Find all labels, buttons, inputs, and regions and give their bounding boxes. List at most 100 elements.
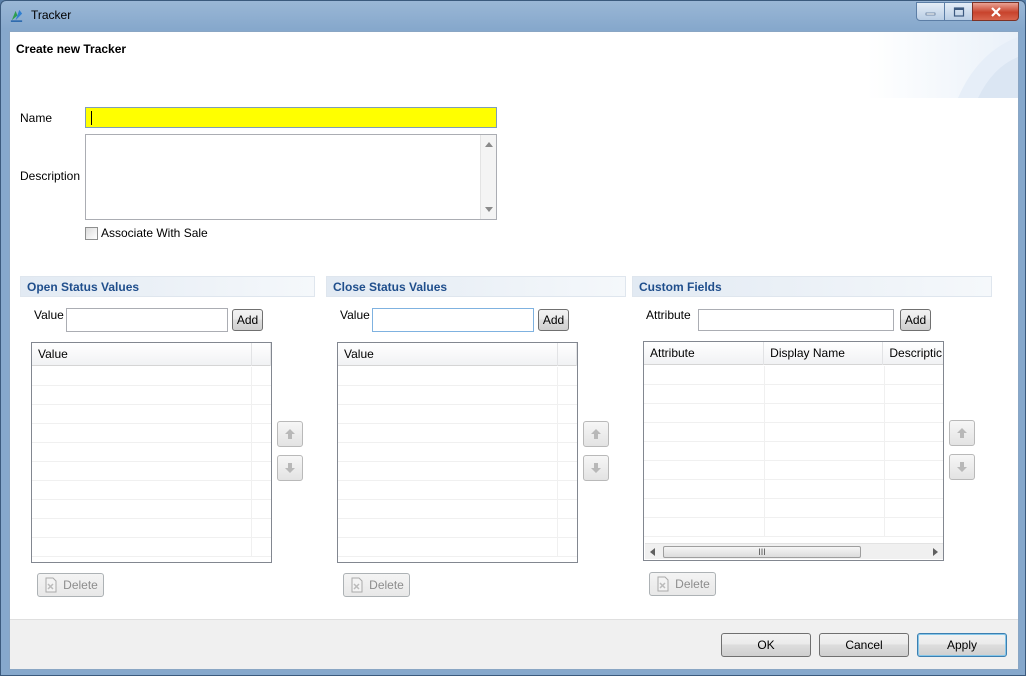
table-row [338,481,577,500]
arrow-down-icon [591,463,601,473]
close-move-up-button[interactable] [583,421,609,447]
scroll-thumb[interactable]: III [663,546,861,558]
title-bar[interactable]: Tracker [1,1,1025,30]
custom-fields-table-header: Attribute Display Name Descriptic [644,342,943,365]
table-row [644,480,943,499]
column-header-value[interactable]: Value [32,343,252,366]
table-row [644,442,943,461]
table-row [32,443,271,462]
close-value-label: Value [340,308,370,322]
open-move-up-button[interactable] [277,421,303,447]
ok-button[interactable]: OK [721,633,811,657]
column-header-value[interactable]: Value [338,343,558,366]
open-value-label: Value [34,308,64,322]
table-row [644,423,943,442]
apply-button[interactable]: Apply [917,633,1007,657]
table-row [338,443,577,462]
table-row [32,519,271,538]
delete-document-icon [45,577,57,593]
custom-fields-heading: Custom Fields [632,276,992,297]
open-value-input[interactable] [66,308,228,332]
text-caret [91,111,92,125]
arrow-up-icon [957,428,967,438]
associate-with-sale-label[interactable]: Associate With Sale [101,226,208,240]
table-row [338,367,577,386]
associate-with-sale-checkbox[interactable] [85,227,98,240]
header-decoration [958,37,1018,98]
dialog-content: Create new Tracker Name Description Asso… [9,31,1019,670]
custom-fields-rows [644,366,943,537]
tracker-app-icon [10,9,23,22]
cancel-button[interactable]: Cancel [819,633,909,657]
name-input[interactable] [85,107,497,128]
custom-delete-button[interactable]: Delete [649,572,716,596]
description-textarea[interactable] [85,134,497,220]
scroll-down-arrow-icon[interactable] [485,207,493,212]
table-row [338,462,577,481]
delete-label: Delete [63,578,98,592]
close-move-down-button[interactable] [583,455,609,481]
open-status-table[interactable]: Value [31,342,272,563]
arrow-down-icon [957,462,967,472]
open-delete-button[interactable]: Delete [37,573,104,597]
table-row [32,367,271,386]
table-row [644,461,943,480]
close-value-input[interactable] [372,308,534,332]
table-row [644,385,943,404]
table-row [32,386,271,405]
arrow-up-icon [285,429,295,439]
close-status-table[interactable]: Value [337,342,578,563]
open-status-table-header: Value [32,343,271,366]
table-row [32,538,271,557]
tracker-window: Tracker Create new Tracker Name Descript… [0,0,1026,676]
table-row [32,424,271,443]
attribute-input[interactable] [698,309,894,331]
table-row [338,519,577,538]
window-title: Tracker [31,8,72,22]
delete-document-icon [657,576,669,592]
close-delete-button[interactable]: Delete [343,573,410,597]
table-row [32,481,271,500]
table-row [32,405,271,424]
scroll-left-arrow-icon[interactable] [650,548,655,556]
close-status-heading: Close Status Values [326,276,626,297]
name-label: Name [20,111,53,125]
close-button[interactable] [972,2,1019,21]
maximize-icon [953,6,964,17]
minimize-button[interactable] [916,2,945,21]
dialog-header: Create new Tracker [10,32,1018,98]
scroll-right-arrow-icon[interactable] [933,548,938,556]
open-move-down-button[interactable] [277,455,303,481]
column-header-display-name[interactable]: Display Name [764,342,884,365]
dialog-title: Create new Tracker [16,42,127,56]
delete-label: Delete [369,578,404,592]
table-row [32,500,271,519]
custom-add-button[interactable]: Add [900,309,931,331]
custom-fields-horizontal-scrollbar[interactable]: III [645,543,943,559]
scroll-up-arrow-icon[interactable] [485,142,493,147]
column-header-spacer [558,343,577,366]
open-add-button[interactable]: Add [232,309,263,331]
open-status-rows [32,367,271,557]
minimize-icon [925,12,935,15]
maximize-button[interactable] [944,2,973,21]
close-status-rows [338,367,577,557]
column-header-description[interactable]: Descriptic [883,342,943,365]
table-row [338,500,577,519]
attribute-label: Attribute [646,308,691,322]
table-row [644,404,943,423]
description-label: Description [20,169,81,183]
open-status-heading: Open Status Values [20,276,315,297]
close-add-button[interactable]: Add [538,309,569,331]
delete-document-icon [351,577,363,593]
description-scrollbar[interactable] [480,135,496,219]
custom-fields-table[interactable]: Attribute Display Name Descriptic III [643,341,944,561]
arrow-down-icon [285,463,295,473]
custom-move-up-button[interactable] [949,420,975,446]
table-row [338,424,577,443]
column-header-attribute[interactable]: Attribute [644,342,765,365]
delete-label: Delete [675,577,710,591]
table-row [644,518,943,537]
custom-move-down-button[interactable] [949,454,975,480]
close-icon [990,6,1001,17]
